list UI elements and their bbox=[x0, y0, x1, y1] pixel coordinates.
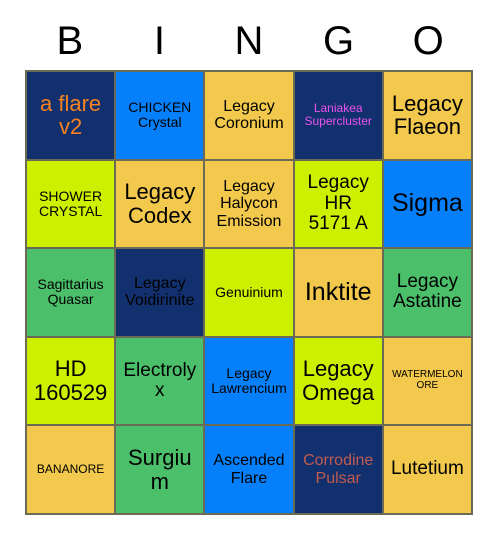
bingo-cell[interactable]: BANANORE bbox=[27, 426, 115, 513]
bingo-cell-label: Legacy Lawrencium bbox=[211, 364, 287, 397]
bingo-cell[interactable]: Electrolyx bbox=[116, 337, 204, 425]
bingo-cell-label: Surgium bbox=[127, 444, 192, 494]
bingo-cell[interactable]: Sagittarius Quasar bbox=[27, 249, 115, 336]
bingo-cell-label: Legacy Voidirinite bbox=[125, 275, 195, 310]
bingo-cell-label: Legacy Flaeon bbox=[391, 90, 463, 140]
bingo-cell-label: Sagittarius Quasar bbox=[37, 276, 104, 308]
bingo-cell[interactable]: Corrodine Pulsar bbox=[294, 426, 382, 513]
bingo-cell-label: Ascended Flare bbox=[213, 452, 285, 487]
bingo-cell-label: Legacy Codex bbox=[124, 179, 196, 228]
bingo-grid: a flare v2 CHICKEN Crystal Legacy Coronium… bbox=[25, 70, 473, 515]
bingo-cell-label: Sigma bbox=[391, 189, 463, 218]
bingo-cell[interactable]: Legacy Omega bbox=[294, 337, 382, 425]
bingo-cell[interactable]: Legacy Halycon Emission bbox=[205, 160, 293, 248]
bingo-cell[interactable]: Legacy Coronium bbox=[205, 72, 293, 159]
bingo-card: B I N G O a flare v2 CHICKEN Crystal Legac… bbox=[0, 0, 500, 544]
bingo-cell[interactable]: CHICKEN Crystal bbox=[116, 72, 204, 159]
bingo-cell-label: Inktite bbox=[304, 277, 372, 306]
bingo-cell-label: Legacy HR 5171 A bbox=[307, 172, 369, 235]
bingo-cell[interactable]: Legacy Astatine bbox=[383, 249, 471, 336]
bingo-cell-label: Genuinium bbox=[215, 283, 283, 300]
bingo-header-letter-n: N bbox=[234, 19, 264, 63]
bingo-cell[interactable]: HD 160529 bbox=[27, 337, 115, 425]
bingo-header: B I N G O bbox=[25, 18, 473, 64]
bingo-cell[interactable]: Laniakea Supercluster bbox=[294, 72, 382, 159]
bingo-cell[interactable]: Surgium bbox=[116, 426, 204, 513]
bingo-cell-label: Legacy Astatine bbox=[393, 270, 462, 313]
bingo-cell[interactable]: Lutetium bbox=[383, 426, 471, 513]
bingo-cell[interactable]: Legacy Codex bbox=[116, 160, 204, 248]
bingo-cell[interactable]: Sigma bbox=[383, 160, 471, 248]
bingo-cell[interactable]: Legacy Voidirinite bbox=[116, 249, 204, 336]
bingo-cell[interactable]: Genuinium bbox=[205, 249, 293, 336]
bingo-cell-label: Legacy Halycon Emission bbox=[216, 177, 282, 230]
bingo-cell[interactable]: Legacy Flaeon bbox=[383, 72, 471, 159]
bingo-cell-label: BANANORE bbox=[36, 462, 105, 477]
bingo-cell[interactable]: Inktite bbox=[294, 249, 382, 336]
bingo-header-letter-o: O bbox=[412, 19, 444, 63]
bingo-cell-label: SHOWER CRYSTAL bbox=[38, 187, 103, 219]
bingo-cell[interactable]: Legacy Lawrencium bbox=[205, 337, 293, 425]
bingo-cell[interactable]: WATERMELON ORE bbox=[383, 337, 471, 425]
bingo-cell-label: Electrolyx bbox=[123, 359, 197, 402]
bingo-cell[interactable]: SHOWER CRYSTAL bbox=[27, 160, 115, 248]
bingo-cell-label: Corrodine Pulsar bbox=[303, 452, 374, 487]
bingo-cell-label: HD 160529 bbox=[33, 356, 108, 406]
bingo-cell-label: Lutetium bbox=[390, 458, 464, 480]
bingo-cell-label: a flare v2 bbox=[40, 90, 102, 140]
bingo-cell[interactable]: Legacy HR 5171 A bbox=[294, 160, 382, 248]
bingo-header-letter-g: G bbox=[323, 19, 355, 63]
bingo-cell-label: Legacy Omega bbox=[302, 356, 375, 406]
bingo-cell-label: Legacy Coronium bbox=[214, 98, 284, 133]
bingo-cell[interactable]: a flare v2 bbox=[27, 72, 115, 159]
bingo-header-letter-b: B bbox=[56, 19, 84, 63]
bingo-cell-label: WATERMELON ORE bbox=[392, 369, 463, 392]
bingo-header-letter-i: I bbox=[153, 19, 165, 63]
bingo-cell[interactable]: Ascended Flare bbox=[205, 426, 293, 513]
bingo-cell-label: CHICKEN Crystal bbox=[128, 99, 192, 131]
bingo-cell-label: Laniakea Supercluster bbox=[304, 101, 372, 129]
